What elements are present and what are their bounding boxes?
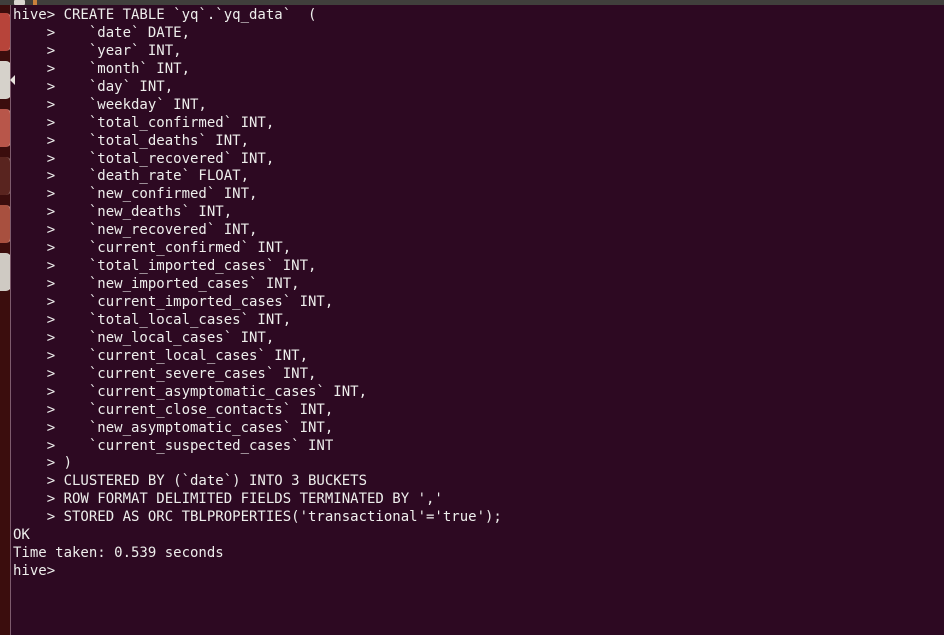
launcher-item-files[interactable] — [0, 61, 10, 99]
terminal-line: > `current_suspected_cases` INT — [13, 437, 334, 454]
window-title-bar[interactable] — [0, 0, 944, 5]
terminal-line: hive> CREATE TABLE `yq`.`yq_data` ( — [13, 7, 317, 23]
terminal-line: > `new_local_cases` INT, — [13, 329, 275, 346]
terminal-output[interactable]: hive> CREATE TABLE `yq`.`yq_data` ( > `d… — [11, 7, 944, 581]
terminal-line: > `current_asymptomatic_cases` INT, — [13, 383, 368, 400]
terminal-line: > STORED AS ORC TBLPROPERTIES('transacti… — [13, 509, 502, 526]
terminal-window[interactable]: hive> CREATE TABLE `yq`.`yq_data` ( > `d… — [10, 5, 944, 635]
terminal-cursor — [61, 572, 69, 588]
terminal-line: > `current_severe_cases` INT, — [13, 365, 317, 382]
screen: hive> CREATE TABLE `yq`.`yq_data` ( > `d… — [0, 0, 944, 635]
terminal-line: > `total_imported_cases` INT, — [13, 258, 317, 275]
terminal-line: > `new_imported_cases` INT, — [13, 276, 300, 293]
launcher-item-software[interactable] — [0, 205, 10, 243]
terminal-line: > `current_close_contacts` INT, — [13, 401, 334, 418]
terminal-line: > `weekday` INT, — [13, 96, 207, 113]
terminal-line: > `current_local_cases` INT, — [13, 347, 309, 364]
launcher-item-terminal[interactable] — [0, 157, 10, 195]
unity-launcher[interactable] — [0, 5, 10, 635]
launcher-item-dash[interactable] — [0, 13, 10, 51]
window-menu-icon[interactable] — [14, 0, 25, 5]
terminal-line: > ROW FORMAT DELIMITED FIELDS TERMINATED… — [13, 491, 443, 508]
launcher-item-firefox[interactable] — [0, 109, 10, 147]
window-app-icon — [33, 0, 37, 5]
terminal-line: > `current_imported_cases` INT, — [13, 294, 334, 310]
terminal-line: OK — [13, 527, 30, 544]
terminal-line: > ) — [13, 455, 73, 472]
terminal-line: > `current_confirmed` INT, — [13, 240, 292, 257]
terminal-line: > `new_deaths` INT, — [13, 204, 233, 221]
terminal-line: > `new_asymptomatic_cases` INT, — [13, 419, 334, 436]
terminal-line: > `new_recovered` INT, — [13, 222, 258, 239]
terminal-line: > `date` DATE, — [13, 24, 191, 41]
launcher-running-indicator-icon — [10, 75, 15, 85]
terminal-line: > CLUSTERED BY (`date`) INTO 3 BUCKETS — [13, 473, 368, 490]
terminal-line: hive> — [13, 563, 56, 580]
terminal-line: > `death_rate` FLOAT, — [13, 168, 250, 185]
terminal-line: Time taken: 0.539 seconds — [13, 545, 224, 562]
terminal-line: > `total_recovered` INT, — [13, 150, 275, 167]
terminal-line: > `new_confirmed` INT, — [13, 186, 258, 203]
terminal-line: > `total_local_cases` INT, — [13, 311, 292, 328]
terminal-line: > `total_confirmed` INT, — [13, 114, 275, 131]
launcher-item-settings[interactable] — [0, 253, 10, 291]
terminal-line: > `day` INT, — [13, 78, 174, 95]
terminal-line: > `total_deaths` INT, — [13, 132, 250, 149]
terminal-line: > `year` INT, — [13, 42, 182, 59]
terminal-line: > `month` INT, — [13, 60, 191, 77]
